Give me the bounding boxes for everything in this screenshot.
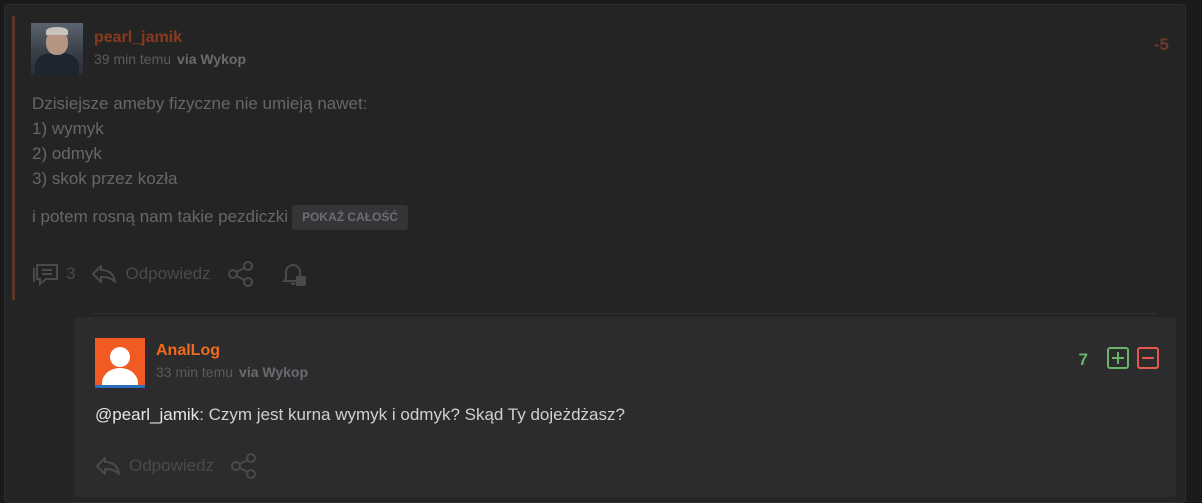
comments-icon xyxy=(32,262,60,286)
share-icon xyxy=(227,261,255,287)
share-button[interactable] xyxy=(227,261,255,287)
post-line: 3) skok przez kozła xyxy=(32,169,178,188)
reply-icon xyxy=(95,454,121,478)
comments-count: 3 xyxy=(66,264,76,283)
divider xyxy=(93,313,1157,314)
downvote-button[interactable] xyxy=(1137,347,1159,369)
reply-text: : Czym jest kurna wymyk i odmyk? Skąd Ty… xyxy=(199,405,625,424)
upvote-icon xyxy=(1107,347,1129,373)
post-line: 1) wymyk xyxy=(32,119,104,138)
reply-actions: Odpowiedz xyxy=(95,453,258,479)
post-line: Dzisiejsze ameby fizyczne nie umieją naw… xyxy=(32,94,368,113)
notify-icon xyxy=(279,261,307,287)
reply-via: via Wykop xyxy=(239,364,309,380)
reply-icon xyxy=(91,262,117,286)
reply-comment: AnalLog 33 min temu via Wykop 7 @pearl_j… xyxy=(74,317,1176,497)
upvote-button[interactable] xyxy=(1107,347,1129,369)
share-icon xyxy=(230,453,258,479)
post-via: via Wykop xyxy=(177,51,247,67)
show-more-button[interactable]: POKAŻ CAŁOŚĆ xyxy=(292,205,409,231)
post-accent-bar xyxy=(12,16,15,300)
post-actions: 3 Odpowiedz xyxy=(32,261,307,287)
comments-button[interactable]: 3 xyxy=(32,262,75,286)
post-author-name[interactable]: pearl_jamik xyxy=(94,29,182,47)
post-score: -5 xyxy=(1153,35,1169,54)
author-avatar[interactable] xyxy=(31,23,83,75)
reply-time[interactable]: 33 min temu xyxy=(156,364,233,380)
main-post: pearl_jamik 39 min temu via Wykop -5 Dzis… xyxy=(5,5,1185,502)
downvote-icon xyxy=(1137,347,1159,373)
reply-reply-button[interactable]: Odpowiedz xyxy=(95,454,214,478)
post-line: 2) odmyk xyxy=(32,144,102,163)
reply-content: @pearl_jamik: Czym jest kurna wymyk i od… xyxy=(95,405,625,425)
post-time[interactable]: 39 min temu xyxy=(94,51,171,67)
entry-card: pearl_jamik 39 min temu via Wykop -5 Dzis… xyxy=(4,4,1186,503)
reply-author-avatar[interactable] xyxy=(95,338,145,388)
reply-reply-label: Odpowiedz xyxy=(129,456,215,475)
reply-label: Odpowiedz xyxy=(125,264,211,283)
notify-button[interactable] xyxy=(279,261,307,287)
reply-author-name[interactable]: AnalLog xyxy=(156,342,220,360)
post-meta: 39 min temu via Wykop xyxy=(94,51,246,67)
mention-link[interactable]: @pearl_jamik xyxy=(95,405,199,424)
reply-share-button[interactable] xyxy=(230,453,258,479)
reply-meta: 33 min temu via Wykop xyxy=(156,364,308,380)
post-line: i potem rosną nam takie pezdiczki xyxy=(32,207,289,226)
reply-button[interactable]: Odpowiedz xyxy=(91,262,211,286)
reply-score: 7 xyxy=(1078,350,1088,369)
post-content: Dzisiejsze ameby fizyczne nie umieją naw… xyxy=(32,91,409,231)
